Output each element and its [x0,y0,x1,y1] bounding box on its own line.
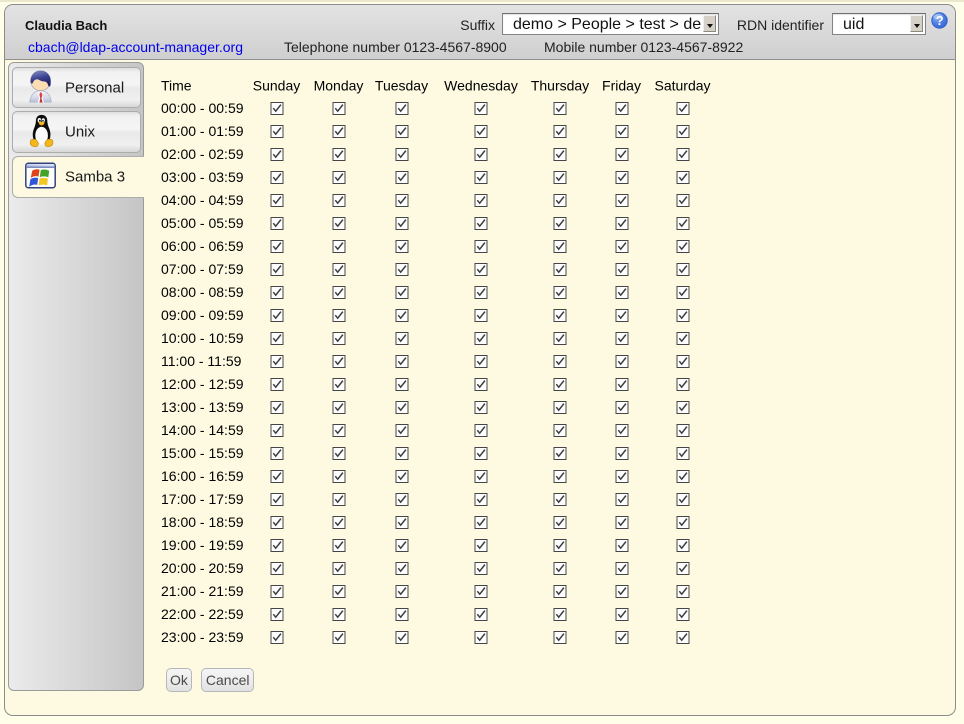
svg-text:?: ? [936,13,944,28]
